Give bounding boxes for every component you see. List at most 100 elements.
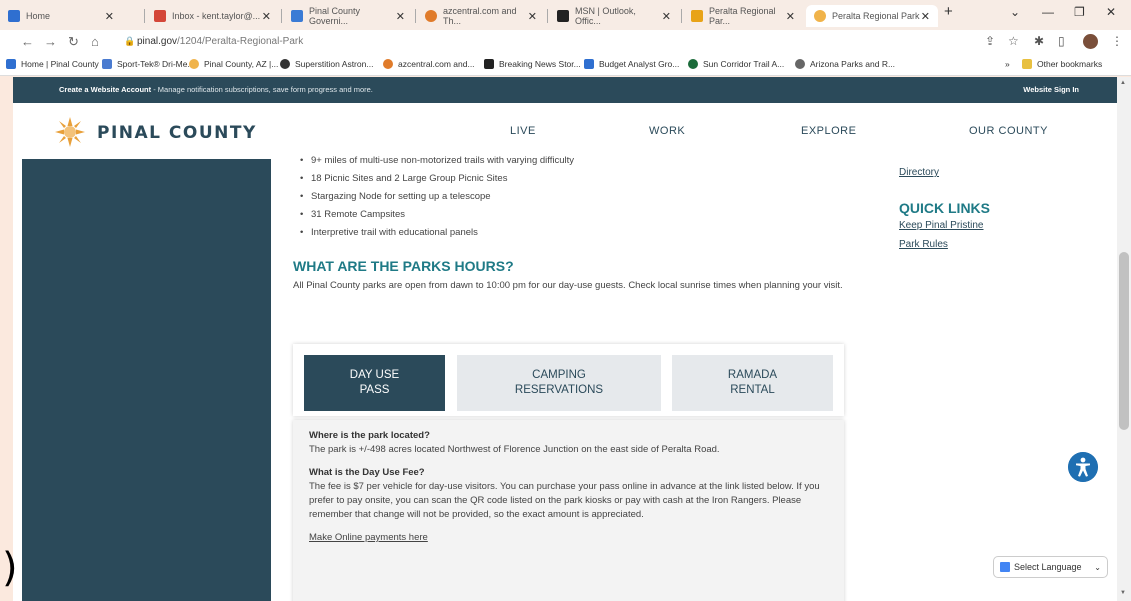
home-icon[interactable]: ⌂ (91, 34, 99, 49)
bookmark-item[interactable]: Budget Analyst Gro... (584, 59, 679, 69)
nav-explore[interactable]: EXPLORE (801, 125, 856, 137)
gmail-favicon-icon (154, 10, 166, 22)
azcentral-favicon-icon (425, 10, 437, 22)
bookmark-item[interactable]: Superstition Astron... (280, 59, 373, 69)
tab-search-icon[interactable]: ⌄ (1010, 5, 1020, 19)
scroll-up-icon[interactable]: ▲ (1120, 80, 1126, 86)
list-item: 18 Picnic Sites and 2 Large Group Picnic… (293, 170, 853, 188)
bookmark-item[interactable]: Pinal County, AZ |... (189, 59, 278, 69)
new-tab-button[interactable]: + (944, 3, 953, 20)
tab-msn[interactable]: MSN | Outlook, Offic... ✕ (549, 5, 679, 27)
sporttek-favicon-icon (102, 59, 112, 69)
extensions-icon[interactable]: ✱ (1034, 34, 1044, 48)
tab-line: RENTAL (730, 384, 775, 396)
accessibility-icon[interactable] (1068, 452, 1098, 482)
globe-favicon-icon (795, 59, 805, 69)
tab-home[interactable]: Home ✕ (0, 5, 122, 27)
profile-avatar[interactable] (1083, 34, 1098, 49)
close-tab-icon[interactable]: ✕ (786, 10, 795, 23)
close-tab-icon[interactable]: ✕ (662, 10, 671, 23)
list-item: Interpretive trail with educational pane… (293, 224, 853, 242)
tab-separator (681, 9, 682, 23)
overlay-paren: ) (2, 545, 18, 591)
bookmark-item[interactable]: Breaking News Stor... (484, 59, 581, 69)
azcentral-favicon-icon (383, 59, 393, 69)
bookmark-item[interactable]: Sun Corridor Trail A... (688, 59, 784, 69)
bookmark-item[interactable]: Home | Pinal County (6, 59, 99, 69)
language-select[interactable]: Select Language ⌄ (993, 556, 1108, 578)
online-payments-link[interactable]: Make Online payments here (309, 532, 828, 543)
bookmark-item[interactable]: azcentral.com and... (383, 59, 475, 69)
back-icon[interactable]: ← (21, 34, 34, 49)
close-window-icon[interactable]: ✕ (1106, 5, 1116, 19)
tab-line: DAY USE (349, 369, 400, 381)
close-tab-icon[interactable]: ✕ (262, 10, 271, 23)
tab-label: Home (26, 11, 51, 21)
tab-day-use-pass[interactable]: DAY USE PASS (304, 355, 445, 411)
quick-link-keep-pinal-pristine[interactable]: Keep Pinal Pristine (899, 220, 990, 231)
bookmark-label: Sport-Tek® Dri-Me... (117, 59, 195, 69)
tab-label: Inbox - kent.taylor@... (172, 11, 261, 21)
msn-favicon-icon (557, 10, 569, 22)
language-label: Select Language (1014, 562, 1082, 572)
faq-question: Where is the park located? (309, 430, 430, 441)
hours-text: All Pinal County parks are open from daw… (293, 280, 843, 291)
bookmark-star-icon[interactable]: ☆ (1008, 34, 1019, 48)
close-tab-icon[interactable]: ✕ (528, 10, 537, 23)
lock-icon[interactable]: 🔒 (124, 36, 135, 47)
bookmark-item[interactable]: Arizona Parks and R... (795, 59, 895, 69)
list-item: Stargazing Node for setting up a telesco… (293, 188, 853, 206)
minimize-icon[interactable]: — (1042, 5, 1054, 19)
nav-live[interactable]: LIVE (510, 125, 536, 137)
day-use-panel: Where is the park located? The park is +… (293, 420, 844, 601)
url-field[interactable]: pinal.gov/1204/Peralta-Regional-Park (137, 36, 303, 47)
share-icon[interactable]: ⇪ (985, 34, 995, 48)
pinal-sun-logo-icon[interactable] (53, 115, 87, 149)
close-tab-icon[interactable]: ✕ (396, 10, 405, 23)
directory-link[interactable]: Directory (899, 167, 990, 178)
tab-ramada-rental[interactable]: RAMADA RENTAL (672, 355, 833, 411)
other-bookmarks[interactable]: Other bookmarks (1022, 59, 1102, 69)
tab-azcentral[interactable]: azcentral.com and Th... ✕ (417, 5, 545, 27)
tab-inbox[interactable]: Inbox - kent.taylor@... ✕ (146, 5, 279, 27)
quick-links-heading: QUICK LINKS (899, 200, 990, 216)
sign-in-link[interactable]: Website Sign In (1023, 85, 1079, 94)
nav-our-county[interactable]: OUR COUNTY (969, 125, 1048, 137)
pinal-favicon-icon (6, 59, 16, 69)
bookmark-item[interactable]: Sport-Tek® Dri-Me... (102, 59, 195, 69)
left-sidebar (22, 159, 271, 601)
quick-link-park-rules[interactable]: Park Rules (899, 239, 990, 250)
tab-camping-reservations[interactable]: CAMPING RESERVATIONS (457, 355, 661, 411)
hours-heading: WHAT ARE THE PARKS HOURS? (293, 258, 514, 274)
nav-work[interactable]: WORK (649, 125, 685, 137)
sidepanel-icon[interactable]: ▯ (1058, 34, 1065, 48)
tab-label: azcentral.com and Th... (443, 6, 517, 26)
more-bookmarks-chevron[interactable]: » (1005, 59, 1010, 69)
create-account-link[interactable]: Create a Website Account (59, 85, 151, 94)
tab-peralta-active[interactable]: Peralta Regional Park ✕ (806, 5, 938, 27)
forward-icon[interactable]: → (44, 34, 57, 49)
bookmark-label: Budget Analyst Gro... (599, 59, 680, 69)
site-navbar: PINAL COUNTY LIVE WORK EXPLORE OUR COUNT… (13, 103, 1117, 159)
tab-label: Pinal County Governi... (309, 6, 361, 26)
bookmark-label: Breaking News Stor... (499, 59, 581, 69)
right-column: Directory QUICK LINKS Keep Pinal Pristin… (899, 167, 990, 250)
reload-icon[interactable]: ↻ (68, 34, 79, 50)
url-host: pinal.gov (137, 36, 178, 47)
scroll-down-icon[interactable]: ▼ (1120, 590, 1126, 596)
site-logo-text[interactable]: PINAL COUNTY (97, 123, 257, 143)
menu-icon[interactable]: ⋮ (1111, 34, 1123, 48)
trail-favicon-icon (688, 59, 698, 69)
tab-pinal-county[interactable]: Pinal County Governi... ✕ (283, 5, 413, 27)
scrollbar-thumb[interactable] (1119, 252, 1129, 430)
tab-label: Peralta Regional Park (832, 11, 920, 21)
tab-peralta-1[interactable]: Peralta Regional Par... ✕ (683, 5, 803, 27)
chevron-down-icon: ⌄ (1094, 562, 1101, 572)
warning-favicon-icon (691, 10, 703, 22)
close-tab-icon[interactable]: ✕ (105, 10, 114, 23)
bookmark-label: Sun Corridor Trail A... (703, 59, 785, 69)
close-tab-icon[interactable]: ✕ (921, 10, 930, 23)
tab-line: RESERVATIONS (514, 384, 604, 396)
main-content: 9+ miles of multi-use non-motorized trai… (293, 152, 853, 242)
maximize-icon[interactable]: ❐ (1074, 5, 1085, 19)
